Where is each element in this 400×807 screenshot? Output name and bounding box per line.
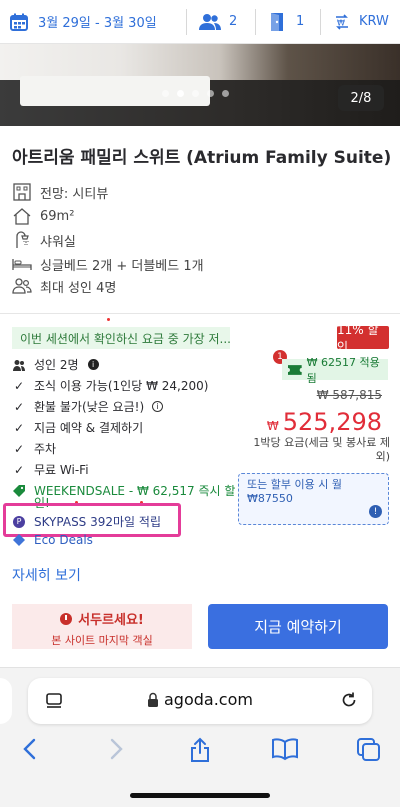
benefit-parking: ✓ 주차 [12,440,56,457]
diamond-icon [12,534,26,546]
hurry-title-row: 서두르세요! [12,609,192,628]
shower-icon [16,231,29,248]
door-icon [271,12,283,31]
final-price: ₩525,298 [267,408,382,436]
benefit-breakfast: ✓ 조식 이용 가능(1인당 ₩ 24,200) [12,377,208,394]
info-icon[interactable]: ! [369,505,382,518]
installment-box[interactable]: 또는 할부 이용 시 월 ₩87550 ! [238,473,389,525]
currency-selector[interactable]: ₩ KRW [321,0,399,44]
eco-label: Eco Deals [34,533,93,547]
svg-text:₩: ₩ [337,18,345,27]
house-icon [13,208,31,225]
benefit-nonrefundable: ✓ 환불 불가(낮은 요금!) i [12,398,164,415]
person-icon [12,359,26,371]
calendar-icon [10,13,28,31]
tabs-icon[interactable] [356,737,382,763]
feature-view: 전망: 시티뷰 [12,182,108,202]
reload-icon[interactable] [340,691,358,709]
feature-label: 샤워실 [40,234,76,250]
people-icon [199,13,221,30]
hurry-banner: 서두르세요! 본 사이트 마지막 객실 [12,604,192,649]
check-icon: ✓ [13,378,25,393]
gallery-dot[interactable] [177,90,184,97]
per-night-line2: 외) [375,450,390,463]
benefit-label: 지금 예약 & 결제하기 [34,421,144,435]
check-icon: ✓ [13,399,25,414]
check-icon: ✓ [13,441,25,456]
gallery-dot[interactable] [222,90,229,97]
feature-label: 69m² [40,208,75,224]
section-divider [0,313,400,314]
promo-label: WEEKENDSALE - ₩ 62,517 즉시 할 [34,484,236,498]
clock-icon [60,613,73,625]
gallery-dot[interactable] [192,90,199,97]
people-icon [12,278,32,294]
search-summary-bar: 3월 29일 - 3월 30일 2 1 ₩ KRW [0,0,400,44]
url-text: agoda.com [164,690,253,709]
book-now-button[interactable]: 지금 예약하기 [208,604,388,649]
adults-row: 성인 2명 i [12,356,99,373]
share-icon[interactable] [188,737,212,763]
currency-label: KRW [359,14,389,29]
ticket-icon [288,364,302,375]
per-night-note: 1박당 요금(세금 및 봉사료 제 외) [240,436,390,464]
room-count: 1 [296,14,305,29]
gallery-dot[interactable] [162,90,169,97]
marker-dot [107,318,110,321]
coupon-label: ₩ 62517 적용됨 [306,355,380,385]
feature-occupancy: 최대 성인 4명 [12,276,116,296]
gallery-dot[interactable] [207,90,214,97]
skypass-highlight [3,503,181,537]
room-selector[interactable]: 1 [256,0,320,44]
gallery-dots [162,90,229,97]
bookmarks-icon[interactable] [271,737,299,761]
benefit-pay-now: ✓ 지금 예약 & 결제하기 [12,419,143,436]
installment-line1: 또는 할부 이용 시 월 [247,478,342,491]
benefit-label: 주차 [34,442,57,456]
home-indicator [130,793,270,798]
gallery-counter: 2/8 [338,85,384,111]
feature-size: 69m² [12,206,74,226]
feature-label: 싱글베드 2개 + 더블베드 1개 [40,258,204,274]
price-value: 525,298 [282,408,382,436]
date-range: 3월 29일 - 3월 30일 [38,16,157,31]
prev-tab-edge[interactable] [0,678,12,724]
lowest-price-notice: 이번 세션에서 확인하신 요금 중 가장 저... [12,327,230,349]
guest-count: 2 [229,14,238,29]
installment-line2: ₩87550 [247,492,293,505]
benefit-label: 환불 불가(낮은 요금!) [34,400,145,414]
coupon-applied: ₩ 62517 적용됨 [282,356,388,385]
info-outline-icon[interactable]: i [152,401,164,412]
feature-beds: 싱글베드 2개 + 더블베드 1개 [12,254,204,274]
building-icon [13,183,31,201]
info-icon[interactable]: i [87,359,99,370]
original-price: ₩ 587,815 [316,388,382,402]
eco-row[interactable]: Eco Deals [12,533,93,547]
per-night-line1: 1박당 요금(세금 및 봉사료 제 [253,436,390,449]
date-selector[interactable]: 3월 29일 - 3월 30일 [0,0,186,44]
check-icon: ✓ [13,462,25,477]
guest-selector[interactable]: 2 [187,0,255,44]
check-icon: ✓ [13,420,25,435]
feature-label: 전망: 시티뷰 [40,186,109,202]
back-icon[interactable] [22,737,38,761]
currency-exchange-icon: ₩ [336,13,348,30]
reader-icon[interactable] [45,692,63,710]
feature-bath: 샤워실 [12,230,76,250]
benefit-label: 조식 이용 가능(1인당 ₩ 24,200) [34,379,209,393]
forward-icon[interactable] [108,737,124,761]
tag-icon [12,484,26,497]
hurry-title: 서두르세요! [78,613,144,628]
currency-symbol: ₩ [266,419,279,433]
adults-label: 성인 2명 [34,358,79,372]
feature-label: 최대 성인 4명 [40,280,117,296]
bed-icon [12,259,32,270]
room-title: 아트리움 패밀리 스위트 (Atrium Family Suite) [12,148,392,168]
benefit-label: 무료 Wi-Fi [34,463,89,477]
more-details-link[interactable]: 자세히 보기 [12,565,81,585]
lock-icon [148,692,158,707]
discount-badge: 11% 할인 [337,323,389,354]
benefit-wifi: ✓ 무료 Wi-Fi [12,461,89,478]
hurry-subtitle: 본 사이트 마지막 객실 [51,634,153,647]
